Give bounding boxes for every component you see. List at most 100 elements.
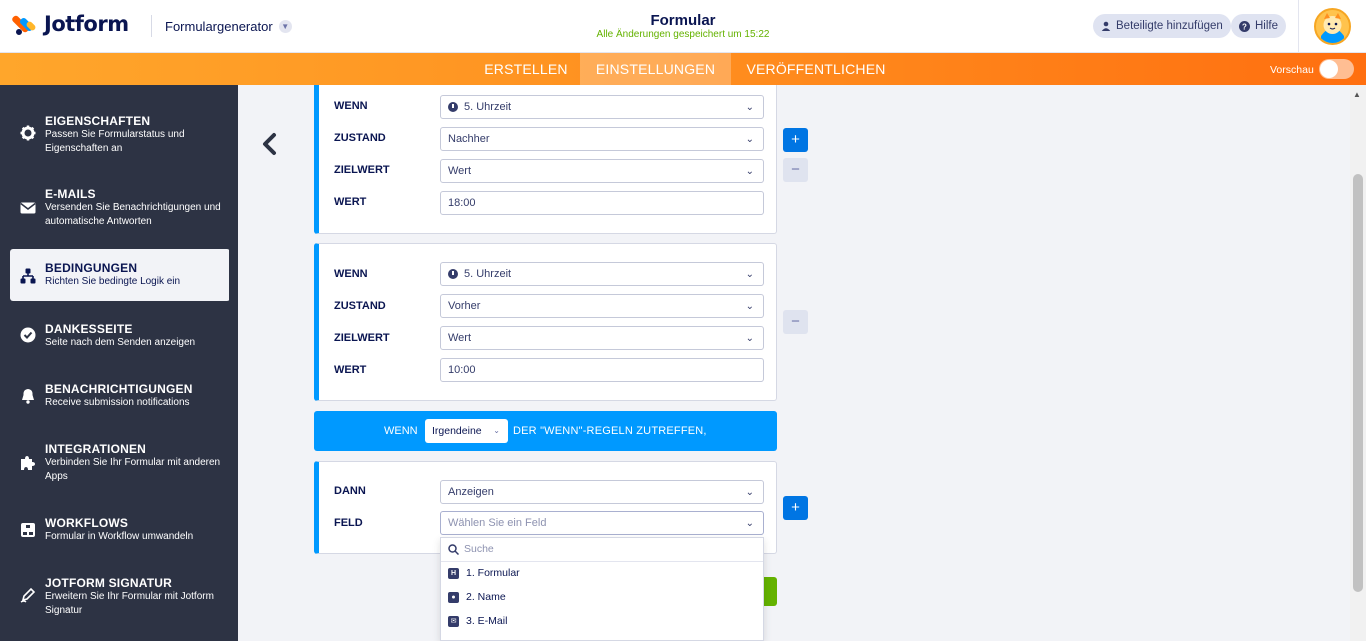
- zielwert-select[interactable]: Wert ⌄: [440, 159, 764, 183]
- heading-icon: H: [448, 568, 459, 579]
- dann-label: DANN: [334, 485, 366, 497]
- tab-einstellungen[interactable]: EINSTELLUNGEN: [580, 53, 731, 85]
- sidebar-item-integrationen[interactable]: INTEGRATIONEN Verbinden Sie Ihr Formular…: [10, 433, 230, 495]
- dropdown-item-label: 2. Name: [466, 591, 506, 603]
- wert-label: WERT: [334, 364, 367, 376]
- preview-toggle[interactable]: [1319, 59, 1354, 79]
- dropdown-search-input[interactable]: Suche: [441, 538, 763, 562]
- sidebar-item-desc: Receive submission notifications: [45, 397, 190, 408]
- chevron-down-icon: ⌄: [745, 102, 754, 113]
- podo-mascot-icon: [1316, 10, 1349, 43]
- avatar[interactable]: [1314, 8, 1351, 45]
- chevron-left-icon[interactable]: [259, 132, 279, 156]
- wenn-label: WENN: [334, 100, 368, 112]
- user-card-icon: ●: [448, 592, 459, 603]
- rule-match-select[interactable]: Irgendeine ⌄: [425, 419, 508, 443]
- rule-match-value: Irgendeine: [432, 425, 482, 437]
- zustand-label: ZUSTAND: [334, 300, 386, 312]
- dropdown-item-label: 1. Formular: [466, 567, 520, 579]
- wert-input[interactable]: 18:00: [440, 191, 764, 215]
- zustand-value: Nachher: [448, 133, 490, 145]
- chevron-down-icon: ⌄: [745, 518, 754, 529]
- wert-value: 18:00: [448, 197, 476, 209]
- sidebar-item-title: WORKFLOWS: [45, 516, 129, 530]
- wenn-field-select[interactable]: 5. Uhrzeit ⌄: [440, 95, 764, 119]
- chevron-down-icon: ⌄: [745, 301, 754, 312]
- help-label: Hilfe: [1255, 20, 1279, 32]
- chevron-down-icon: ⌄: [745, 333, 754, 344]
- sidebar-item-title: DANKESSEITE: [45, 322, 133, 336]
- remove-condition-button[interactable]: −: [783, 310, 808, 334]
- dropdown-item[interactable]: ✉ 3. E-Mail: [441, 610, 763, 634]
- wenn-label: WENN: [334, 268, 368, 280]
- sidebar-item-workflows[interactable]: WORKFLOWS Formular in Workflow umwandeln: [10, 507, 230, 557]
- puzzle-icon: [21, 456, 35, 470]
- feld-select[interactable]: Wählen Sie ein Feld ⌄: [440, 511, 764, 535]
- sidebar-scrollbar[interactable]: [229, 85, 238, 641]
- sidebar-item-title: E-MAILS: [45, 187, 96, 201]
- chevron-down-icon: ⌄: [745, 134, 754, 145]
- zielwert-select[interactable]: Wert ⌄: [440, 326, 764, 350]
- help-button[interactable]: ? Hilfe: [1231, 14, 1287, 38]
- chevron-down-icon: ⌄: [493, 426, 500, 435]
- dann-select[interactable]: Anzeigen ⌄: [440, 480, 764, 504]
- sidebar-item-desc: Passen Sie Formularstatus und Eigenschaf…: [45, 129, 185, 154]
- sidebar-item-dankesseite[interactable]: DANKESSEITE Seite nach dem Senden anzeig…: [10, 313, 230, 363]
- tab-erstellen[interactable]: ERSTELLEN: [472, 53, 580, 85]
- chevron-down-icon: ⌄: [745, 487, 754, 498]
- svg-text:?: ?: [1242, 22, 1247, 31]
- sidebar-item-benachrichtigungen[interactable]: BENACHRICHTIGUNGEN Receive submission no…: [10, 373, 230, 423]
- toggle-knob: [1320, 60, 1338, 78]
- remove-condition-button[interactable]: −: [783, 158, 808, 182]
- sidebar-item-title: JOTFORM SIGNATUR: [45, 576, 172, 590]
- rule-match-bar: WENN Irgendeine ⌄ DER "WENN"-REGELN ZUTR…: [314, 411, 777, 451]
- wenn-value: 5. Uhrzeit: [464, 268, 512, 280]
- sitemap-icon: [20, 268, 36, 284]
- scrollbar-thumb[interactable]: [1353, 174, 1363, 592]
- sidebar-item-title: BEDINGUNGEN: [45, 261, 138, 275]
- invite-label: Beteiligte hinzufügen: [1116, 20, 1223, 32]
- envelope-icon: ✉: [448, 616, 459, 627]
- sidebar-item-desc: Erweitern Sie Ihr Formular mit Jotform S…: [45, 591, 214, 616]
- add-condition-button[interactable]: +: [783, 128, 808, 152]
- sidebar-item-eigenschaften[interactable]: EIGENSCHAFTEN Passen Sie Formularstatus …: [10, 105, 230, 165]
- scroll-up-icon[interactable]: ▲: [1353, 90, 1361, 99]
- zustand-label: ZUSTAND: [334, 132, 386, 144]
- sidebar-item-desc: Verbinden Sie Ihr Formular mit anderen A…: [45, 457, 221, 482]
- rule-match-suffix: DER "WENN"-REGELN ZUTREFFEN,: [513, 425, 707, 437]
- sidebar-item-bedingungen[interactable]: BEDINGUNGEN Richten Sie bedingte Logik e…: [10, 249, 230, 301]
- sidebar-item-desc: Versenden Sie Benachrichtigungen und aut…: [45, 202, 221, 227]
- sidebar-item-emails[interactable]: E-MAILS Versenden Sie Benachrichtigungen…: [10, 178, 230, 238]
- workflow-icon: [21, 523, 35, 537]
- clock-icon: [448, 269, 458, 279]
- wert-value: 10:00: [448, 364, 476, 376]
- sidebar-item-desc: Formular in Workflow umwandeln: [45, 531, 194, 542]
- wenn-value: 5. Uhrzeit: [464, 101, 512, 113]
- header-divider-right: [1298, 0, 1299, 53]
- zielwert-label: ZIELWERT: [334, 164, 390, 176]
- sidebar-item-title: INTEGRATIONEN: [45, 442, 147, 456]
- zielwert-value: Wert: [448, 165, 472, 177]
- tab-veroeffentlichen[interactable]: VERÖFFENTLICHEN: [731, 53, 901, 85]
- chevron-down-icon: ⌄: [745, 269, 754, 280]
- settings-sidebar: EIGENSCHAFTEN Passen Sie Formularstatus …: [0, 85, 238, 641]
- add-action-button[interactable]: +: [783, 496, 808, 520]
- sidebar-item-title: EIGENSCHAFTEN: [45, 114, 151, 128]
- dann-value: Anzeigen: [448, 486, 494, 498]
- zustand-value: Vorher: [448, 300, 481, 312]
- gear-icon: [20, 125, 36, 141]
- preview-label: Vorschau: [1270, 64, 1314, 76]
- feld-placeholder: Wählen Sie ein Feld: [448, 517, 547, 529]
- zustand-select[interactable]: Vorher ⌄: [440, 294, 764, 318]
- dropdown-item-label: 3. E-Mail: [466, 615, 508, 627]
- dropdown-item[interactable]: H 1. Formular: [441, 562, 763, 586]
- top-header: Jotform Formulargenerator ▼ Formular All…: [0, 0, 1366, 53]
- zustand-select[interactable]: Nachher ⌄: [440, 127, 764, 151]
- invite-button[interactable]: Beteiligte hinzufügen: [1093, 14, 1231, 38]
- dropdown-item[interactable]: [441, 634, 763, 641]
- check-circle-icon: [20, 327, 36, 343]
- dropdown-item[interactable]: ● 2. Name: [441, 586, 763, 610]
- sidebar-item-jotform-signatur[interactable]: JOTFORM SIGNATUR Erweitern Sie Ihr Formu…: [10, 567, 230, 629]
- wenn-field-select[interactable]: 5. Uhrzeit ⌄: [440, 262, 764, 286]
- wert-input[interactable]: 10:00: [440, 358, 764, 382]
